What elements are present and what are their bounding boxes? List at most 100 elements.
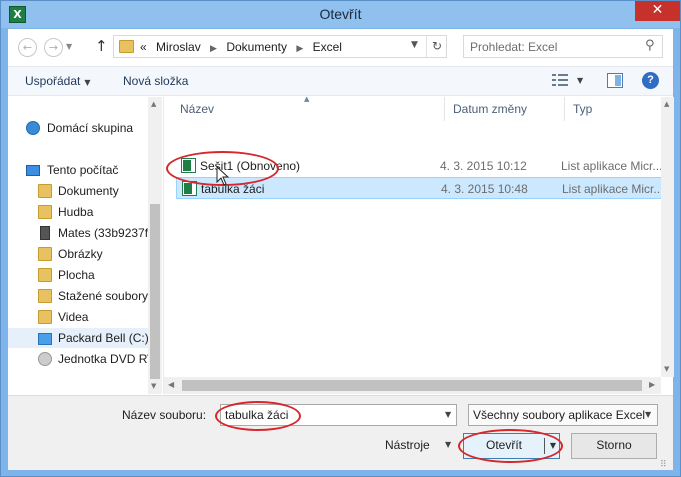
sidebar-item-packard-bell[interactable]: Packard Bell (C:)	[8, 328, 149, 348]
close-button[interactable]: ✕	[635, 1, 680, 21]
file-type: List aplikace Micr...	[561, 159, 663, 173]
breadcrumb-item-miroslav[interactable]: Miroslav	[156, 40, 201, 54]
chevron-down-icon: ▼	[66, 42, 73, 51]
sidebar-item-label: Domácí skupina	[47, 121, 134, 135]
tools-label: Nástroje	[385, 438, 430, 452]
dialog-content: ← → ▼ ↑ « Miroslav ▶ Dokumenty ▶ Excel ▼…	[8, 29, 674, 470]
command-bar: Uspořádat ▼ Nová složka ▼ ?	[8, 66, 673, 96]
breadcrumb-overflow[interactable]: «	[140, 40, 147, 54]
window-title: Otevřít	[319, 6, 362, 22]
view-dropdown-icon[interactable]: ▼	[577, 76, 583, 85]
help-icon[interactable]: ?	[642, 72, 659, 89]
scroll-up-icon[interactable]: ▲	[664, 100, 669, 108]
sidebar-item-dvd[interactable]: Jednotka DVD RV	[8, 349, 155, 369]
desktop-folder-icon	[38, 268, 52, 282]
address-bar[interactable]: « Miroslav ▶ Dokumenty ▶ Excel ▼ ↻	[113, 35, 447, 58]
column-header-label: Název	[180, 102, 215, 116]
folder-icon	[38, 184, 52, 198]
breadcrumb-separator-icon[interactable]: ▶	[210, 44, 217, 54]
breadcrumb-item-excel[interactable]: Excel	[313, 40, 342, 54]
scroll-down-icon[interactable]: ▼	[151, 382, 156, 390]
drive-icon	[38, 333, 52, 345]
folder-icon	[119, 40, 134, 53]
sidebar-item-label: Obrázky	[58, 247, 103, 261]
forward-button[interactable]: →	[44, 38, 63, 57]
sidebar-item-plocha[interactable]: Plocha	[8, 265, 148, 285]
sidebar-item-label: Stažené soubory	[58, 289, 149, 303]
dvd-drive-icon	[38, 352, 52, 366]
scrollbar-thumb[interactable]	[182, 380, 642, 391]
cancel-button[interactable]: Storno	[571, 433, 657, 459]
sidebar-item-label: Plocha	[58, 268, 95, 282]
computer-icon	[26, 165, 40, 176]
resize-grip-icon[interactable]: ⠿	[660, 460, 667, 470]
sort-ascending-icon: ▲	[304, 95, 310, 103]
file-date: 4. 3. 2015 10:48	[441, 182, 528, 196]
mouse-cursor-icon	[216, 166, 230, 186]
breadcrumb-item-dokumenty[interactable]: Dokumenty	[226, 40, 287, 54]
sidebar-item-tento-pocitac[interactable]: Tento počítač	[8, 160, 148, 180]
sidebar-item-stazene-soubory[interactable]: Stažené soubory	[8, 286, 148, 306]
view-options-icon[interactable]	[552, 73, 568, 87]
search-box[interactable]: Prohledat: Excel ⚲	[463, 35, 663, 58]
chevron-down-icon[interactable]: ▼	[645, 410, 651, 419]
title-bar[interactable]: X Otevřít ✕	[1, 1, 680, 28]
sidebar-item-hudba[interactable]: Hudba	[8, 202, 148, 222]
column-header-type[interactable]: Typ	[565, 97, 661, 123]
address-dropdown-icon[interactable]: ▼	[411, 40, 418, 50]
new-folder-button[interactable]: Nová složka	[123, 74, 188, 88]
column-header-name[interactable]: ▲ Název	[164, 95, 444, 123]
videos-folder-icon	[38, 310, 52, 324]
file-list: ▲ Název Datum změny Typ Sešit1 (Obnoveno…	[163, 95, 674, 394]
search-input[interactable]: Prohledat: Excel	[470, 40, 557, 54]
address-row: ← → ▼ ↑ « Miroslav ▶ Dokumenty ▶ Excel ▼…	[8, 29, 673, 65]
breadcrumb: « Miroslav ▶ Dokumenty ▶ Excel	[140, 40, 342, 54]
search-icon[interactable]: ⚲	[645, 38, 655, 53]
highlight-ellipse-filename	[215, 401, 301, 431]
bottom-panel: Název souboru: tabulka žáci ▼ Všechny so…	[8, 395, 673, 470]
scroll-down-icon[interactable]: ▼	[664, 365, 669, 373]
file-list-horizontal-scrollbar[interactable]: ◀ ▶	[164, 377, 661, 394]
sidebar-item-label: Jednotka DVD RV	[58, 352, 156, 366]
file-type-filter[interactable]: Všechny soubory aplikace Excel ▼	[468, 404, 658, 426]
sidebar-item-label: Packard Bell (C:)	[58, 331, 149, 345]
file-list-vertical-scrollbar[interactable]: ▲ ▼	[661, 97, 674, 377]
breadcrumb-separator-icon[interactable]: ▶	[296, 44, 303, 54]
sidebar-item-label: Dokumenty	[58, 184, 119, 198]
back-arrow-icon: ←	[22, 41, 33, 54]
downloads-folder-icon	[38, 289, 52, 303]
file-type: List aplikace Micr...	[562, 182, 664, 196]
filename-label: Název souboru:	[122, 408, 207, 422]
music-folder-icon	[38, 205, 52, 219]
refresh-icon[interactable]: ↻	[432, 39, 442, 53]
address-divider	[426, 36, 427, 57]
scroll-up-icon[interactable]: ▲	[151, 100, 156, 108]
pictures-folder-icon	[38, 247, 52, 261]
sidebar-item-mates[interactable]: Mates (33b9237f9	[8, 223, 155, 243]
sidebar-item-domaci-skupina[interactable]: Domácí skupina	[8, 118, 148, 138]
forward-arrow-icon: →	[48, 41, 59, 54]
up-button[interactable]: ↑	[95, 37, 108, 55]
sidebar-scrollbar[interactable]: ▲ ▼	[148, 97, 162, 394]
sidebar-item-obrazky[interactable]: Obrázky	[8, 244, 148, 264]
column-header-label: Typ	[573, 102, 593, 116]
sidebar-item-dokumenty[interactable]: Dokumenty	[8, 181, 148, 201]
sidebar-item-label: Tento počítač	[47, 163, 119, 177]
chevron-down-icon[interactable]: ▼	[445, 410, 451, 419]
chevron-down-icon: ▼	[445, 440, 452, 449]
up-arrow-icon: ↑	[95, 37, 108, 55]
scroll-left-icon[interactable]: ◀	[168, 380, 174, 389]
sidebar-item-videa[interactable]: Videa	[8, 307, 148, 327]
column-header-date[interactable]: Datum změny	[445, 97, 564, 123]
back-button[interactable]: ←	[18, 38, 37, 57]
scrollbar-thumb[interactable]	[150, 204, 160, 379]
organize-button[interactable]: Uspořádat ▼	[25, 74, 91, 88]
close-icon: ✕	[651, 2, 664, 18]
tools-menu[interactable]: Nástroje ▼	[385, 438, 451, 452]
preview-pane-icon[interactable]	[607, 73, 623, 88]
highlight-ellipse-open	[458, 429, 563, 463]
chevron-down-icon: ▼	[84, 78, 91, 87]
sidebar-item-label: Mates (33b9237f9	[58, 226, 155, 240]
recent-locations-dropdown[interactable]: ▼	[66, 42, 72, 51]
scroll-right-icon[interactable]: ▶	[649, 380, 655, 389]
